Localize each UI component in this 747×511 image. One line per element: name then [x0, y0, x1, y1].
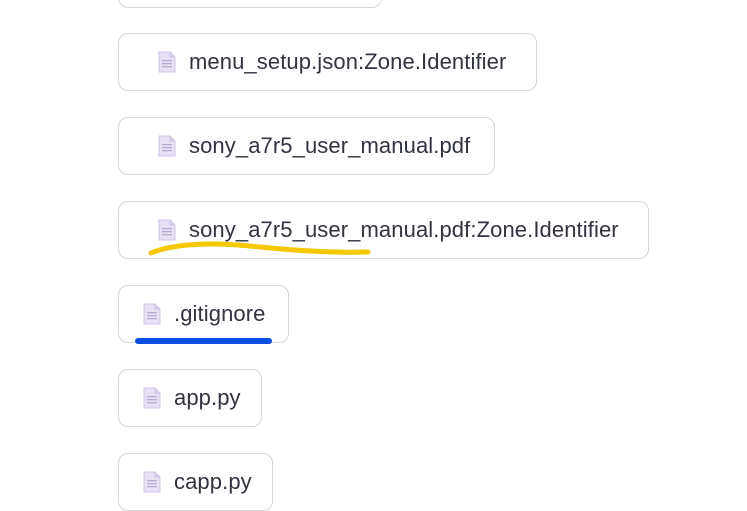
file-icon — [158, 219, 176, 241]
file-item-capp-py[interactable]: capp.py — [118, 453, 273, 511]
file-icon — [143, 471, 161, 493]
file-name: sony_a7r5_user_manual.pdf — [189, 133, 471, 158]
file-name: .gitignore — [174, 301, 266, 326]
file-item-gitignore[interactable]: .gitignore — [118, 285, 289, 343]
file-name: sony_a7r5_user_manual.pdf:Zone.Identifie… — [189, 217, 619, 242]
file-item-menu-setup-zone-identifier[interactable]: menu_setup.json:Zone.Identifier — [118, 33, 537, 91]
file-name: app.py — [174, 385, 241, 410]
file-item-partial[interactable] — [118, 0, 382, 8]
file-icon — [143, 303, 161, 325]
file-item-app-py[interactable]: app.py — [118, 369, 262, 427]
file-icon — [143, 387, 161, 409]
file-icon — [158, 51, 176, 73]
file-item-sony-manual-pdf-zone-identifier[interactable]: sony_a7r5_user_manual.pdf:Zone.Identifie… — [118, 201, 649, 259]
file-icon — [158, 135, 176, 157]
file-item-sony-manual-pdf[interactable]: sony_a7r5_user_manual.pdf — [118, 117, 495, 175]
file-name: capp.py — [174, 469, 252, 494]
file-name: menu_setup.json:Zone.Identifier — [189, 49, 507, 74]
